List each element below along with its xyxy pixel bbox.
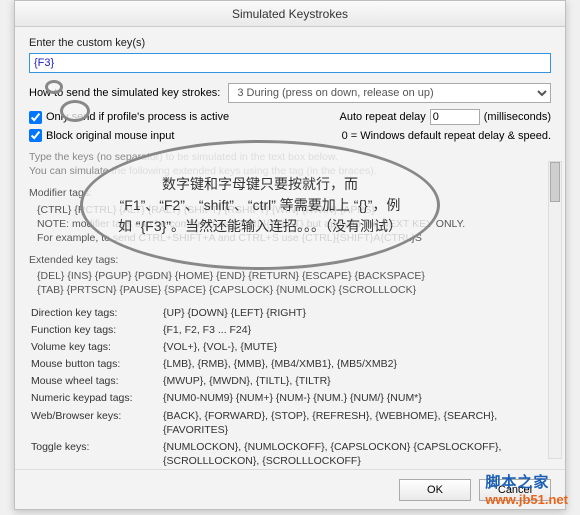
tag-row-name: Web/Browser keys: — [31, 409, 161, 438]
tag-row-value: {UP} {DOWN} {LEFT} {RIGHT} — [163, 306, 549, 321]
scroll-thumb[interactable] — [550, 162, 560, 202]
tag-table: Direction key tags:{UP} {DOWN} {LEFT} {R… — [29, 304, 551, 469]
only-send-checkbox[interactable] — [29, 111, 42, 124]
tag-row-value: {F1, F2, F3 ... F24} — [163, 323, 549, 338]
tag-row-value: {NUM0-NUM9} {NUM+} {NUM-} {NUM.} {NUM/} … — [163, 391, 549, 406]
annotation-bubble: 数字键和字母键只要按就行，而 “F1”、“F2”、“shift”、“ctrl” … — [80, 140, 440, 270]
custom-key-input[interactable] — [29, 53, 551, 73]
repeat-unit-label: (milliseconds) — [484, 111, 551, 123]
ext-line2: {TAB} {PRTSCN} {PAUSE} {SPACE} {CAPSLOCK… — [37, 283, 551, 297]
tag-row: Mouse button tags:{LMB}, {RMB}, {MMB}, {… — [31, 357, 549, 372]
tag-row: Function key tags:{F1, F2, F3 ... F24} — [31, 323, 549, 338]
tag-row-name: Volume key tags: — [31, 340, 161, 355]
tag-row-name: Numeric keypad tags: — [31, 391, 161, 406]
button-bar: OK Cancel — [15, 469, 565, 509]
tag-row: Web/Browser keys:{BACK}, {FORWARD}, {STO… — [31, 409, 549, 438]
enter-custom-label: Enter the custom key(s) — [29, 37, 551, 49]
repeat-delay-input[interactable] — [430, 109, 480, 125]
bubble-text: 数字键和字母键只要按就行，而 “F1”、“F2”、“shift”、“ctrl” … — [117, 174, 403, 237]
tag-row-name: Toggle keys: — [31, 440, 161, 469]
tag-row-value: {NUMLOCKON}, {NUMLOCKOFF}, {CAPSLOCKON} … — [163, 440, 549, 469]
block-mouse-label: Block original mouse input — [46, 130, 174, 142]
tag-row-name: Direction key tags: — [31, 306, 161, 321]
auto-repeat-label: Auto repeat delay — [340, 111, 426, 123]
tag-row: Mouse wheel tags:{MWUP}, {MWDN}, {TILTL}… — [31, 374, 549, 389]
cancel-button[interactable]: Cancel — [479, 479, 551, 501]
title-bar: Simulated Keystrokes — [15, 1, 565, 27]
tag-row-value: {BACK}, {FORWARD}, {STOP}, {REFRESH}, {W… — [163, 409, 549, 438]
tag-row-name: Mouse button tags: — [31, 357, 161, 372]
bubble-tail-icon — [45, 80, 63, 94]
ok-button[interactable]: OK — [399, 479, 471, 501]
zero-note-label: 0 = Windows default repeat delay & speed… — [342, 130, 551, 142]
tag-row: Direction key tags:{UP} {DOWN} {LEFT} {R… — [31, 306, 549, 321]
tag-row-name: Mouse wheel tags: — [31, 374, 161, 389]
window-title: Simulated Keystrokes — [232, 7, 348, 21]
tag-row-value: {VOL+}, {VOL-}, {MUTE} — [163, 340, 549, 355]
bubble-tail-icon — [60, 100, 90, 122]
tag-row-value: {MWUP}, {MWDN}, {TILTL}, {TILTR} — [163, 374, 549, 389]
tag-row-value: {LMB}, {RMB}, {MMB}, {MB4/XMB1}, {MB5/XM… — [163, 357, 549, 372]
tag-row: Numeric keypad tags:{NUM0-NUM9} {NUM+} {… — [31, 391, 549, 406]
block-mouse-checkbox[interactable] — [29, 129, 42, 142]
send-mode-select[interactable]: 3 During (press on down, release on up) — [228, 83, 551, 103]
tag-row: Volume key tags:{VOL+}, {VOL-}, {MUTE} — [31, 340, 549, 355]
scrollbar[interactable] — [548, 161, 562, 459]
tag-row: Toggle keys:{NUMLOCKON}, {NUMLOCKOFF}, {… — [31, 440, 549, 469]
ext-line1: {DEL} {INS} {PGUP} {PGDN} {HOME} {END} {… — [37, 269, 551, 283]
tag-row-name: Function key tags: — [31, 323, 161, 338]
